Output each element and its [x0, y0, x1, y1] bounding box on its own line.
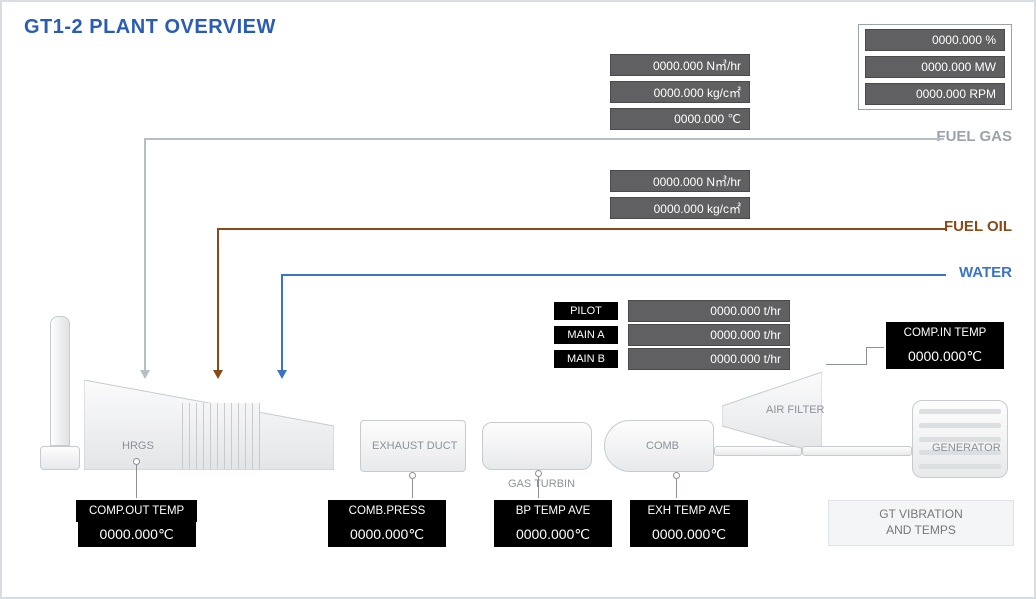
- gt-vibration-button[interactable]: GT VIBRATION AND TEMPS: [828, 500, 1014, 546]
- exh-temp-label: EXH TEMP AVE: [630, 500, 748, 522]
- pilot-label: PILOT: [554, 302, 618, 320]
- water-label: WATER: [959, 264, 1012, 281]
- fuel-oil-line-v: [217, 228, 219, 372]
- comb-press-label: COMB.PRESS: [328, 500, 446, 522]
- summary-percent: 0000.000 %: [865, 29, 1005, 51]
- fuel-oil-flow: 0000.000 N㎥/hr: [610, 170, 750, 192]
- fuel-gas-arrow-icon: [140, 370, 150, 379]
- comp-out-temp-label: COMP.OUT TEMP: [76, 500, 197, 522]
- bp-temp-value: 0000.000℃: [494, 522, 612, 547]
- water-arrow-icon: [277, 370, 287, 379]
- turbine-dot-icon: [535, 470, 542, 477]
- fuel-gas-values: 0000.000 N㎥/hr 0000.000 kg/c㎡ 0000.000 ℃: [610, 54, 750, 130]
- pilot-value: 0000.000 t/hr: [628, 300, 790, 322]
- burner-row-main-a: MAIN A 0000.000 t/hr: [554, 324, 790, 346]
- water-line-h: [281, 274, 946, 276]
- airfilter-leader-h: [826, 364, 866, 365]
- stack-base: [40, 446, 80, 470]
- comp-in-temp-block: COMP.IN TEMP 0000.000℃: [886, 322, 1004, 369]
- main-a-value: 0000.000 t/hr: [628, 324, 790, 346]
- fuel-oil-values: 0000.000 N㎥/hr 0000.000 kg/c㎡: [610, 170, 750, 219]
- fuel-gas-line-h: [144, 138, 944, 140]
- main-b-label: MAIN B: [554, 350, 618, 368]
- generator-label: GENERATOR: [932, 442, 1001, 454]
- fuel-gas-pressure: 0000.000 kg/c㎡: [610, 81, 750, 103]
- page-title: GT1-2 PLANT OVERVIEW: [24, 16, 276, 39]
- fuel-gas-line-v: [144, 138, 146, 372]
- comb-press-block: COMB.PRESS 0000.000℃: [328, 500, 446, 547]
- hrgs-shape: [84, 380, 334, 470]
- stack-shape: [50, 316, 70, 446]
- airfilter-leader-h2: [866, 347, 884, 348]
- fuel-oil-line-h: [217, 228, 945, 230]
- fuel-oil-label: FUEL OIL: [944, 218, 1012, 235]
- burner-row-pilot: PILOT 0000.000 t/hr: [554, 300, 790, 322]
- gas-turbine-shape: [482, 422, 592, 470]
- hrgs-dot-icon: [133, 458, 140, 465]
- exh-temp-value: 0000.000℃: [630, 522, 748, 547]
- hrgs-label: HRGS: [122, 440, 154, 452]
- exhaust-dot-icon: [409, 472, 416, 479]
- water-line-v: [281, 274, 283, 372]
- summary-box: 0000.000 % 0000.000 MW 0000.000 RPM: [858, 24, 1012, 110]
- comp-out-temp-block: COMP.OUT TEMP 0000.000℃: [76, 500, 197, 547]
- comp-out-temp-value: 0000.000℃: [78, 522, 196, 547]
- comp-in-temp-value: 0000.000℃: [886, 344, 1004, 369]
- fuel-oil-arrow-icon: [213, 370, 223, 379]
- fuel-gas-temp: 0000.000 ℃: [610, 108, 750, 130]
- summary-rpm: 0000.000 RPM: [865, 83, 1005, 105]
- comb-dot-icon: [673, 472, 680, 479]
- gas-turbine-label: GAS TURBIN: [508, 478, 575, 490]
- main-b-value: 0000.000 t/hr: [628, 348, 790, 370]
- summary-mw: 0000.000 MW: [865, 56, 1005, 78]
- airfilter-leader-v: [866, 347, 867, 365]
- comb-press-value: 0000.000℃: [328, 522, 446, 547]
- exh-temp-ave-block: EXH TEMP AVE 0000.000℃: [630, 500, 748, 547]
- bp-temp-ave-block: BP TEMP AVE 0000.000℃: [494, 500, 612, 547]
- main-a-label: MAIN A: [554, 326, 618, 344]
- fuel-gas-flow: 0000.000 N㎥/hr: [610, 54, 750, 76]
- comb-label: COMB: [646, 440, 679, 452]
- fuel-gas-label: FUEL GAS: [936, 128, 1012, 145]
- shaft-2: [802, 446, 912, 456]
- air-filter-label: AIR FILTER: [766, 404, 824, 416]
- fuel-oil-pressure: 0000.000 kg/c㎡: [610, 197, 750, 219]
- burner-row-main-b: MAIN B 0000.000 t/hr: [554, 348, 790, 370]
- generator-shape: [912, 400, 1008, 478]
- comp-in-temp-label: COMP.IN TEMP: [886, 322, 1004, 344]
- bp-temp-label: BP TEMP AVE: [494, 500, 612, 522]
- exhaust-duct-label: EXHAUST DUCT: [372, 440, 457, 452]
